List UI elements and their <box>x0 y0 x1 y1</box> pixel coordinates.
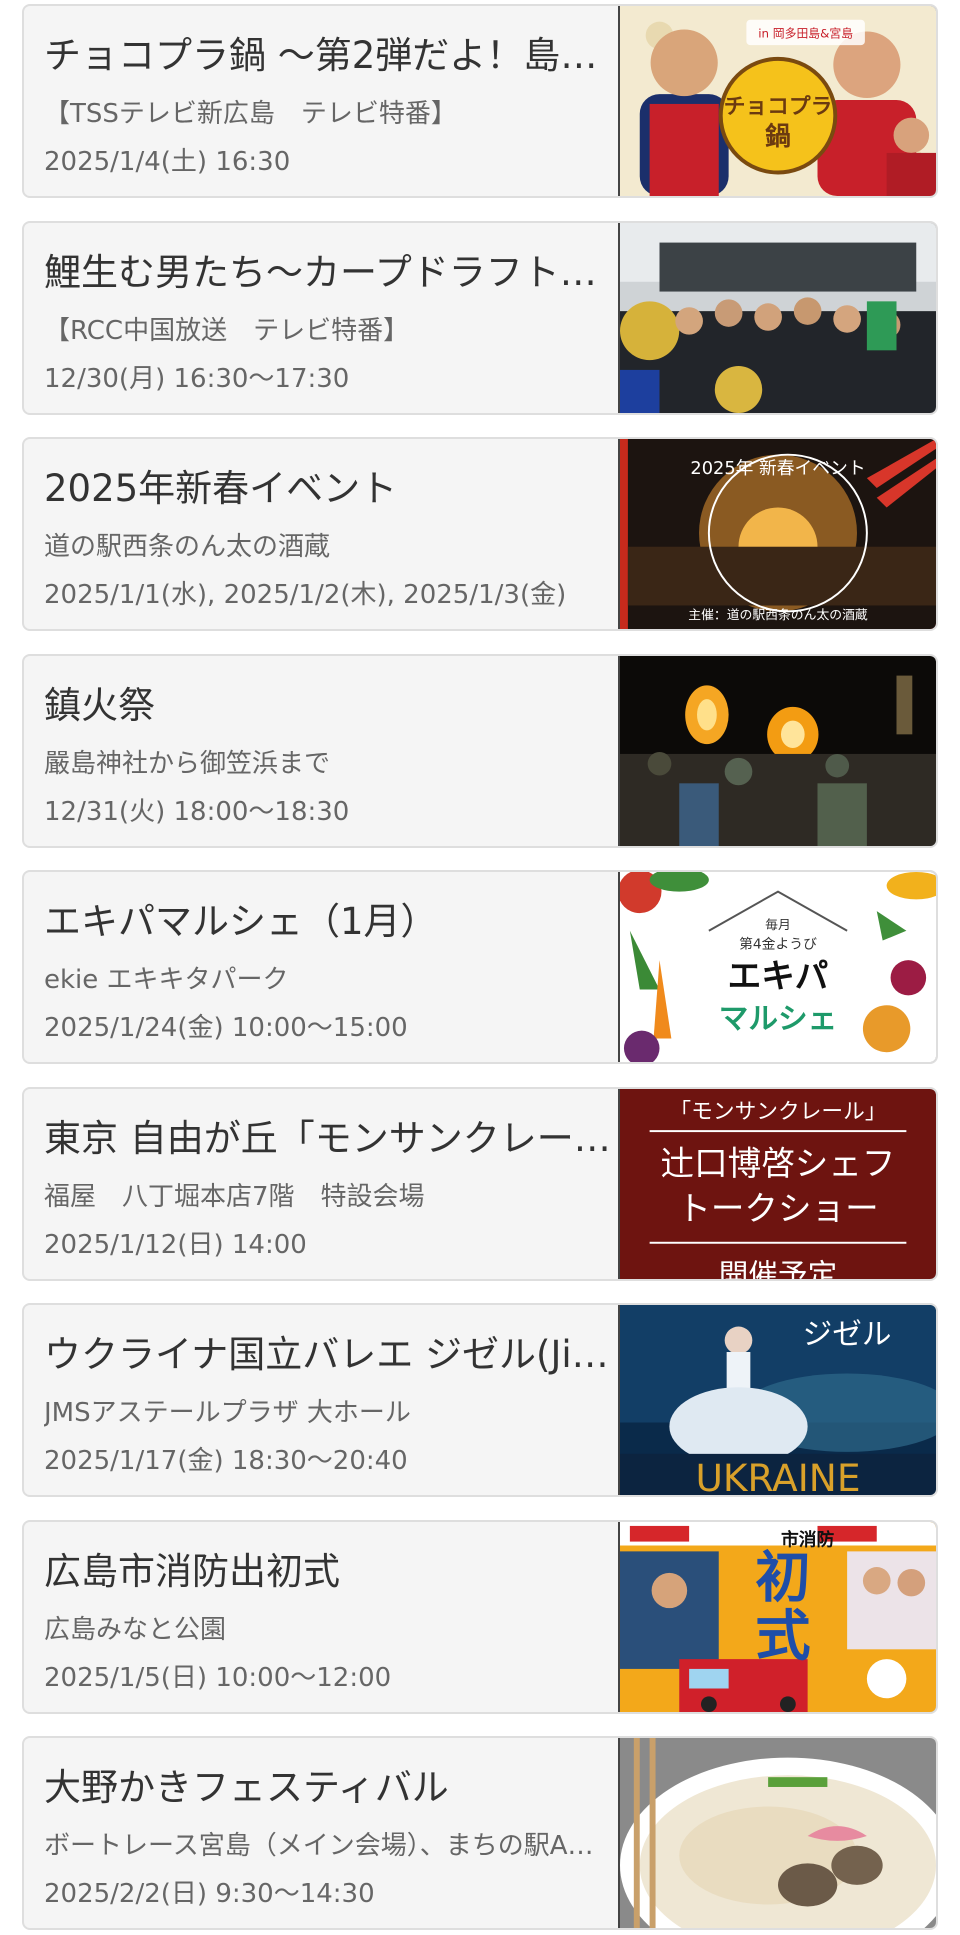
ekipa-marche-vegetable-poster-image: 毎月 第4金ようび エキパ マルシェ <box>620 872 936 1062</box>
event-title: 2025年新春イベント <box>44 467 398 510</box>
thumb-title-text: UKRAINE <box>695 1456 860 1495</box>
event-venue: 道の駅西条のん太の酒蔵 <box>44 532 331 562</box>
event-card[interactable]: ウクライナ国立バレエ ジゼル(Jisele) JMSアステールプラザ 大ホール … <box>22 1303 938 1497</box>
thumb-caption: 開催予定 <box>719 1258 838 1279</box>
event-date: 2025/1/12(日) 14:00 <box>44 1230 307 1260</box>
carp-draft-celebration-image <box>620 223 936 413</box>
event-date: 2025/1/24(金) 10:00〜15:00 <box>44 1013 408 1043</box>
event-card[interactable]: 広島市消防出初式 広島みなと公園 2025/1/5(日) 10:00〜12:00 <box>22 1520 938 1714</box>
event-thumbnail[interactable]: 毎月 第4金ようび エキパ マルシェ <box>618 872 936 1062</box>
event-date: 2025/1/5(日) 10:00〜12:00 <box>44 1663 392 1693</box>
event-date: 12/31(火) 18:00〜18:30 <box>44 797 350 827</box>
event-title: 鯉生む男たち〜カープドラフト2024〜 <box>44 251 618 294</box>
event-venue: 【TSSテレビ新広島 テレビ特番】 <box>44 99 457 129</box>
thumb-caption: 第4金ようび <box>739 935 817 952</box>
event-title: 鎮火祭 <box>44 684 155 727</box>
event-card[interactable]: 鯉生む男たち〜カープドラフト2024〜 【RCC中国放送 テレビ特番】 12/3… <box>22 221 938 415</box>
event-venue: ekie エキキタパーク <box>44 965 289 995</box>
thumb-title-text: 辻口博啓シェフ <box>661 1144 896 1183</box>
event-text-block: チョコプラ鍋 〜第2弾だよ！島田と岡田島でぶらつく〜 【TSSテレビ新広島 テレ… <box>44 6 618 196</box>
thumb-caption: 主催：道の駅西条のん太の酒蔵 <box>688 607 868 623</box>
event-thumbnail[interactable] <box>618 1738 936 1928</box>
thumb-title-text: 式 <box>755 1604 810 1668</box>
event-date: 2025/1/1(水), 2025/1/2(木), 2025/1/3(金) <box>44 580 567 610</box>
event-text-block: 大野かきフェスティバル ボートレース宮島（メイン会場）、まちの駅A… 2025/… <box>44 1738 618 1928</box>
event-card[interactable]: 鎮火祭 嚴島神社から御笠浜まで 12/31(火) 18:00〜18:30 <box>22 654 938 848</box>
thumb-title-text: 初 <box>755 1546 810 1610</box>
event-thumbnail[interactable] <box>618 656 936 846</box>
event-text-block: 東京 自由が丘「モンサンクレール」辻口博啓シェフトークショー 福屋 八丁堀本店7… <box>44 1089 618 1279</box>
event-venue: 嚴島神社から御笠浜まで <box>44 749 331 779</box>
new-year-sunrise-poster-image: 2025年 新春イベント 主催：道の駅西条のん太の酒蔵 <box>620 439 936 629</box>
event-text-block: ウクライナ国立バレエ ジゼル(Jisele) JMSアステールプラザ 大ホール … <box>44 1305 618 1495</box>
talk-show-announcement-image: 「モンサンクレール」 辻口博啓シェフ トークショー 開催予定 <box>620 1089 936 1279</box>
event-title: ウクライナ国立バレエ ジゼル(Jisele) <box>44 1333 618 1376</box>
thumb-caption: 「モンサンクレール」 <box>669 1099 886 1124</box>
event-title: エキパマルシェ（1月） <box>44 900 438 943</box>
event-card[interactable]: チョコプラ鍋 〜第2弾だよ！島田と岡田島でぶらつく〜 【TSSテレビ新広島 テレ… <box>22 4 938 198</box>
event-text-block: 鯉生む男たち〜カープドラフト2024〜 【RCC中国放送 テレビ特番】 12/3… <box>44 223 618 413</box>
event-text-block: 2025年新春イベント 道の駅西条のん太の酒蔵 2025/1/1(水), 202… <box>44 439 618 629</box>
event-date: 2025/1/4(土) 16:30 <box>44 147 291 177</box>
thumb-title-text: トークショー <box>677 1189 878 1228</box>
event-title: 東京 自由が丘「モンサンクレール」辻口博啓シェフトークショー <box>44 1117 618 1160</box>
thumb-title-text: 2025年 新春イベント <box>690 458 865 479</box>
event-thumbnail[interactable]: ジゼル UKRAINE <box>618 1305 936 1495</box>
thumb-logo-text: チョコプラ <box>724 95 833 120</box>
event-thumbnail[interactable]: in 岡多田島&宮島 チョコプラ 鍋 <box>618 6 936 196</box>
thumb-title-text: ジゼル <box>803 1317 892 1351</box>
thumb-caption: 毎月 <box>765 917 791 933</box>
event-title: 大野かきフェスティバル <box>44 1766 449 1809</box>
event-venue: 広島みなと公園 <box>44 1615 227 1645</box>
event-thumbnail[interactable]: 2025年 新春イベント 主催：道の駅西条のん太の酒蔵 <box>618 439 936 629</box>
giselle-ballet-poster-image: ジゼル UKRAINE <box>620 1305 936 1495</box>
fire-department-ceremony-poster-image: 市消防 初 式 <box>620 1522 936 1712</box>
thumb-title-text: マルシェ <box>719 1002 838 1036</box>
event-title: チョコプラ鍋 〜第2弾だよ！島田と岡田島でぶらつく〜 <box>44 34 618 77</box>
event-thumbnail[interactable]: 市消防 初 式 <box>618 1522 936 1712</box>
event-date: 2025/2/2(日) 9:30〜14:30 <box>44 1879 375 1909</box>
event-card[interactable]: エキパマルシェ（1月） ekie エキキタパーク 2025/1/24(金) 10… <box>22 870 938 1064</box>
fire-festival-night-image <box>620 656 936 846</box>
event-thumbnail[interactable]: 「モンサンクレール」 辻口博啓シェフ トークショー 開催予定 <box>618 1089 936 1279</box>
thumb-logo-text: 鍋 <box>765 122 791 152</box>
event-date: 12/30(月) 16:30〜17:30 <box>44 364 350 394</box>
oyster-udon-bowl-image <box>620 1738 936 1928</box>
event-venue: 福屋 八丁堀本店7階 特設会場 <box>44 1182 425 1212</box>
thumb-caption: in 岡多田島&宮島 <box>758 26 853 40</box>
event-card[interactable]: 大野かきフェスティバル ボートレース宮島（メイン会場）、まちの駅A… 2025/… <box>22 1736 938 1930</box>
event-thumbnail[interactable] <box>618 223 936 413</box>
event-venue: JMSアステールプラザ 大ホール <box>44 1398 411 1428</box>
thumb-title-text: エキパ <box>728 957 829 996</box>
event-text-block: 広島市消防出初式 広島みなと公園 2025/1/5(日) 10:00〜12:00 <box>44 1522 618 1712</box>
event-card[interactable]: 2025年新春イベント 道の駅西条のん太の酒蔵 2025/1/1(水), 202… <box>22 437 938 631</box>
event-text-block: エキパマルシェ（1月） ekie エキキタパーク 2025/1/24(金) 10… <box>44 872 618 1062</box>
event-venue: ボートレース宮島（メイン会場）、まちの駅A… <box>44 1831 594 1861</box>
chocopla-nabe-tv-program-image: in 岡多田島&宮島 チョコプラ 鍋 <box>620 6 936 196</box>
event-venue: 【RCC中国放送 テレビ特番】 <box>44 316 410 346</box>
event-date: 2025/1/17(金) 18:30〜20:40 <box>44 1446 408 1476</box>
event-card[interactable]: 東京 自由が丘「モンサンクレール」辻口博啓シェフトークショー 福屋 八丁堀本店7… <box>22 1087 938 1281</box>
event-text-block: 鎮火祭 嚴島神社から御笠浜まで 12/31(火) 18:00〜18:30 <box>44 656 618 846</box>
event-title: 広島市消防出初式 <box>44 1550 340 1593</box>
